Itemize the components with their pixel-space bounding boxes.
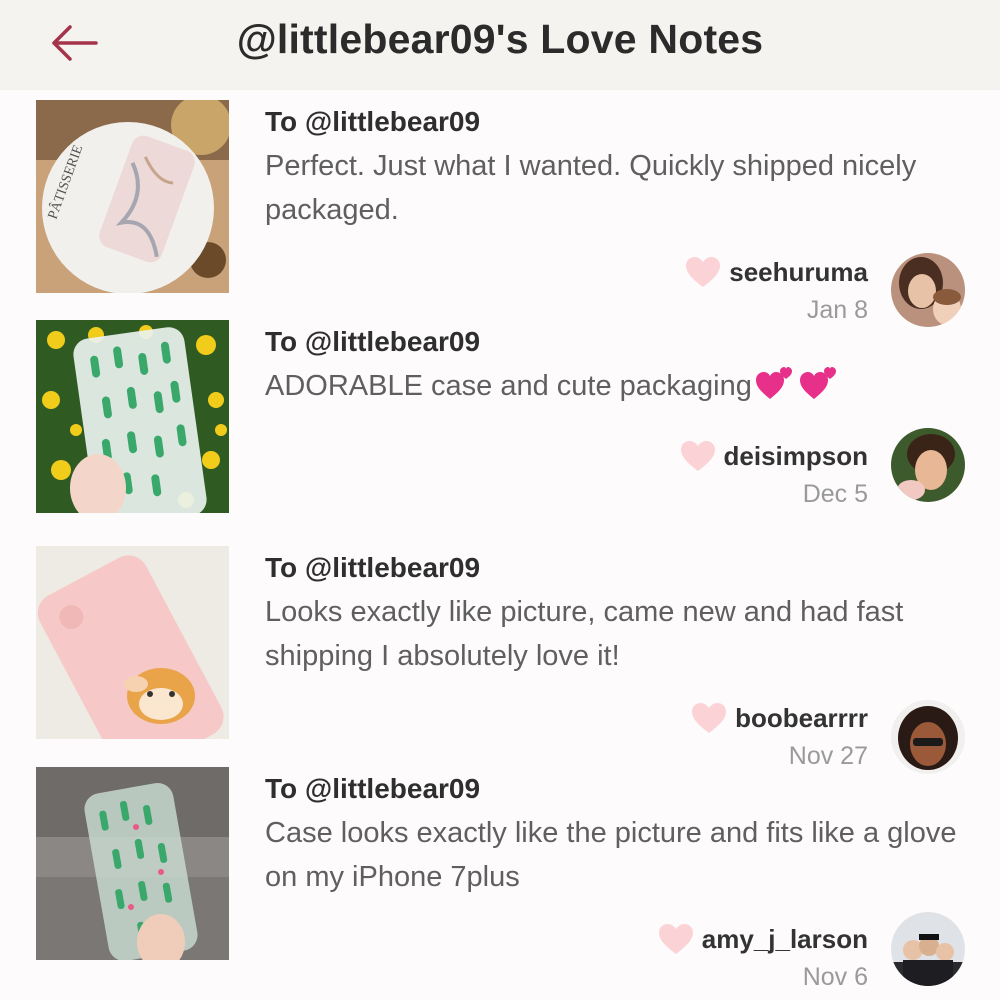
note-message: Case looks exactly like the picture and … bbox=[265, 817, 957, 893]
note-message: Perfect. Just what I wanted. Quickly shi… bbox=[265, 150, 917, 226]
note-message-text: ADORABLE case and cute packaging bbox=[265, 370, 752, 402]
heart-icon[interactable] bbox=[691, 702, 727, 734]
avatar[interactable] bbox=[891, 700, 965, 774]
top-bar: @littlebear09's Love Notes bbox=[0, 0, 1000, 90]
note-recipient: To @littlebear09 bbox=[265, 106, 481, 137]
heart-icon[interactable] bbox=[680, 440, 716, 472]
note-message: Looks exactly like picture, came new and… bbox=[265, 596, 904, 672]
product-photo[interactable] bbox=[36, 767, 229, 960]
product-photo[interactable] bbox=[36, 320, 229, 513]
author-username[interactable]: amy_j_larson bbox=[702, 924, 868, 955]
note-date: Nov 6 bbox=[802, 963, 868, 991]
note-author: amy_j_larson bbox=[658, 921, 868, 957]
note-author: seehuruma bbox=[685, 254, 868, 290]
note-author: boobearrrr bbox=[691, 700, 868, 736]
heart-icon[interactable] bbox=[685, 256, 721, 288]
author-username[interactable]: seehuruma bbox=[729, 257, 868, 288]
note-author: deisimpson bbox=[680, 438, 868, 474]
heart-icon[interactable] bbox=[658, 923, 694, 955]
avatar[interactable] bbox=[891, 253, 965, 327]
page-title: @littlebear09's Love Notes bbox=[236, 16, 764, 62]
note-date: Dec 5 bbox=[802, 480, 868, 508]
note-date: Nov 27 bbox=[788, 742, 868, 770]
two-hearts-emoji bbox=[754, 365, 844, 414]
product-photo[interactable]: PÂTISSERIE bbox=[36, 100, 229, 293]
note-message: ADORABLE case and cute packaging bbox=[265, 364, 965, 414]
author-username[interactable]: deisimpson bbox=[724, 441, 868, 472]
avatar[interactable] bbox=[891, 912, 965, 986]
product-photo[interactable] bbox=[36, 546, 229, 739]
note-date: Jan 8 bbox=[806, 296, 868, 324]
avatar[interactable] bbox=[891, 428, 965, 502]
note-recipient: To @littlebear09 bbox=[265, 326, 481, 357]
love-notes-list[interactable]: PÂTISSERIE To @littlebear09 Perfect. Jus… bbox=[0, 90, 1000, 1000]
note-recipient: To @littlebear09 bbox=[265, 552, 481, 583]
author-username[interactable]: boobearrrr bbox=[735, 703, 868, 734]
note-recipient: To @littlebear09 bbox=[265, 773, 481, 804]
